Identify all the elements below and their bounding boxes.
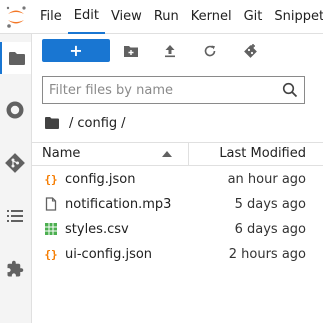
file-row-config-json[interactable]: {} config.json an hour ago: [32, 167, 323, 192]
jupyter-logo-icon[interactable]: [4, 4, 28, 30]
search-icon[interactable]: [282, 82, 298, 98]
file-modified: 6 days ago: [234, 222, 306, 237]
menu-file[interactable]: File: [34, 0, 68, 34]
sidebar-tab-table-of-contents[interactable]: [4, 205, 26, 227]
upload-icon: [165, 45, 175, 58]
sort-ascending-icon[interactable]: [162, 151, 172, 157]
file-modified: 2 hours ago: [228, 247, 306, 262]
home-folder-icon[interactable]: [44, 116, 60, 130]
refresh-button[interactable]: [200, 41, 220, 61]
svg-text:{}: {}: [44, 173, 57, 186]
running-icon: [6, 101, 24, 119]
menu-snippets[interactable]: Snippets: [268, 0, 323, 34]
git-clone-icon: [244, 44, 257, 58]
sidebar-tab-file-browser[interactable]: [0, 42, 31, 74]
menu-run[interactable]: Run: [148, 0, 185, 34]
file-browser-toolbar: +: [32, 34, 323, 70]
svg-text:{}: {}: [44, 248, 57, 261]
breadcrumb-separator: /: [69, 115, 74, 131]
menu-edit[interactable]: Edit: [67, 0, 105, 34]
sidebar-tab-running[interactable]: [4, 99, 26, 121]
file-name: config.json: [65, 172, 136, 187]
upload-button[interactable]: [160, 41, 180, 61]
column-header-last-modified[interactable]: Last Modified: [219, 143, 306, 165]
refresh-icon: [204, 45, 216, 57]
toc-icon: [7, 210, 23, 222]
file-row-styles-csv[interactable]: styles.csv 6 days ago: [32, 217, 323, 242]
generic-file-icon: [45, 197, 57, 211]
menu: File Edit View Run Kernel Git Snippets: [34, 0, 323, 34]
new-launcher-button[interactable]: +: [42, 39, 110, 62]
file-name: ui-config.json: [65, 247, 153, 262]
file-browser-panel: + Filter files by name / config / Name L…: [32, 34, 323, 323]
top-menubar: File Edit View Run Kernel Git Snippets: [0, 0, 323, 34]
git-icon: [5, 153, 25, 173]
column-header-name[interactable]: Name: [42, 143, 80, 165]
new-folder-button[interactable]: [121, 41, 141, 61]
extension-icon: [7, 260, 24, 277]
file-name: styles.csv: [65, 222, 129, 237]
menu-git[interactable]: Git: [238, 0, 269, 34]
filter-files-input[interactable]: [49, 80, 269, 100]
sidebar-tab-git[interactable]: [4, 152, 26, 174]
json-file-icon: {}: [44, 248, 57, 261]
new-folder-icon: [124, 46, 138, 57]
file-modified: 5 days ago: [234, 197, 306, 212]
sidebar-tab-extensions[interactable]: [4, 258, 26, 280]
breadcrumb-folder-config[interactable]: config: [77, 116, 117, 131]
breadcrumb-separator: /: [121, 115, 126, 131]
file-list: {} config.json an hour ago notification.…: [32, 167, 323, 267]
file-row-ui-config-json[interactable]: {} ui-config.json 2 hours ago: [32, 242, 323, 267]
breadcrumb: / config /: [44, 114, 130, 132]
menu-view[interactable]: View: [105, 0, 148, 34]
column-divider[interactable]: [188, 143, 189, 165]
file-list-header: Name Last Modified: [32, 142, 323, 166]
file-name: notification.mp3: [65, 197, 172, 212]
folder-icon: [8, 52, 25, 65]
json-file-icon: {}: [44, 173, 57, 186]
git-clone-button[interactable]: [240, 41, 260, 61]
file-modified: an hour ago: [227, 172, 306, 187]
left-sidebar: [0, 34, 32, 323]
menu-kernel[interactable]: Kernel: [185, 0, 238, 34]
file-row-notification-mp3[interactable]: notification.mp3 5 days ago: [32, 192, 323, 217]
spreadsheet-file-icon: [45, 223, 57, 235]
filter-files-box: [42, 76, 305, 104]
